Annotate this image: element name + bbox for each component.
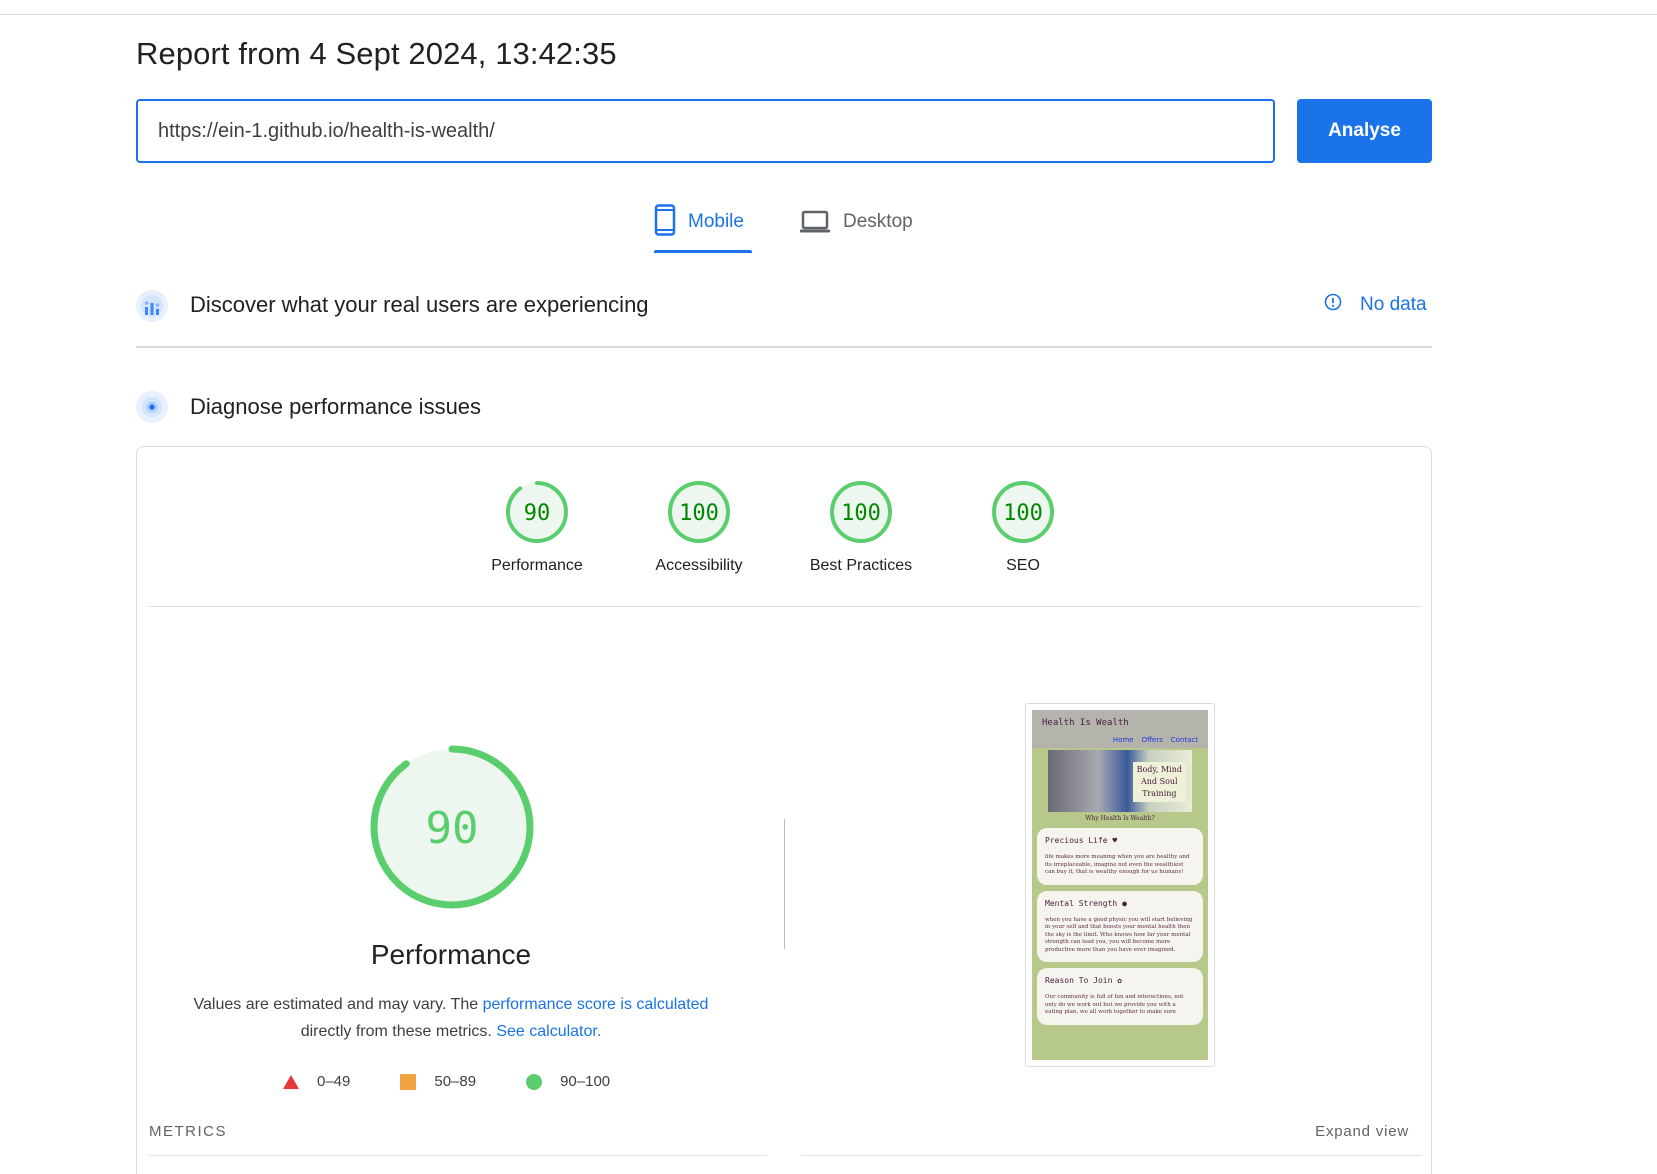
thumb-card: Reason To Join ✿ Our community is full o… — [1037, 968, 1203, 1025]
gauge-score: 100 — [679, 501, 719, 526]
gauge-score: 90 — [524, 501, 551, 526]
thumb-card: Precious Life ♥ life makes more meaning … — [1037, 828, 1203, 885]
no-data-link[interactable]: No data — [1324, 293, 1427, 317]
tab-desktop-label: Desktop — [843, 211, 913, 232]
gauge-score: 100 — [841, 501, 881, 526]
legend-average: 50–89 — [400, 1073, 476, 1090]
section-divider — [136, 346, 1432, 348]
metrics-heading: METRICS — [149, 1123, 227, 1140]
legend-pass: 90–100 — [526, 1073, 610, 1090]
gauge-label: Accessibility — [655, 557, 743, 574]
gauge-label: Performance — [491, 557, 583, 574]
mobile-phone-icon — [654, 204, 676, 242]
lab-data-title: Diagnose performance issues — [190, 394, 482, 419]
desc-text: Values are estimated and may vary. The — [193, 996, 483, 1013]
vertical-separator — [784, 819, 785, 949]
gauge-ring: 100 — [830, 481, 892, 543]
top-divider — [0, 14, 1657, 15]
thumb-hero-line: Body, Mind — [1136, 765, 1182, 774]
tab-selected-indicator — [654, 250, 752, 253]
gauge-label: Best Practices — [809, 557, 913, 574]
performance-score-large: 90 — [426, 803, 479, 854]
legend-range: 90–100 — [560, 1073, 611, 1090]
page-screenshot-thumbnail: Health Is Wealth Home Offers Contact Bod… — [1025, 703, 1215, 1067]
see-calculator-link[interactable]: See calculator. — [496, 1023, 601, 1040]
gauge-best-practices[interactable]: 100 Best Practices — [801, 479, 921, 575]
lighthouse-icon — [136, 391, 168, 423]
gauge-ring: 100 — [992, 481, 1054, 543]
metrics-divider — [149, 1155, 767, 1156]
thumb-card-text: Our community is full of fun and interac… — [1045, 994, 1184, 1015]
report-title: Report from 4 Sept 2024, 13:42:35 — [136, 36, 617, 71]
score-legend: 0–49 50–89 90–100 — [283, 1073, 660, 1090]
laptop-icon — [799, 210, 831, 240]
gauge-accessibility[interactable]: 100 Accessibility — [639, 479, 759, 575]
thumb-hero-line: Training — [1142, 789, 1177, 798]
analyse-button[interactable]: Analyse — [1297, 99, 1432, 163]
thumb-hero-image: Body, Mind And Soul Training — [1048, 750, 1192, 812]
info-icon — [1324, 293, 1342, 317]
thumbnail-page: Health Is Wealth Home Offers Contact Bod… — [1032, 710, 1208, 1060]
thumb-card-text: life makes more meaning when you are hea… — [1045, 854, 1190, 875]
performance-score-link[interactable]: performance score is calculated — [483, 996, 709, 1013]
thumb-nav-item: Offers — [1141, 736, 1163, 744]
tab-mobile[interactable]: Mobile — [654, 204, 744, 254]
gauge-performance[interactable]: 90 Performance — [477, 479, 597, 575]
legend-range: 50–89 — [434, 1073, 477, 1090]
thumb-hero-line: And Soul — [1141, 777, 1178, 786]
legend-fail: 0–49 — [283, 1073, 350, 1090]
legend-range: 0–49 — [317, 1073, 351, 1090]
thumb-site-title: Health Is Wealth — [1042, 718, 1129, 728]
tab-desktop[interactable]: Desktop — [799, 204, 913, 254]
gauge-seo[interactable]: 100 SEO — [963, 479, 1083, 575]
report-card: 90 Performance 100 Accessibility 100 Bes… — [136, 446, 1432, 1174]
performance-description: Values are estimated and may vary. The p… — [177, 991, 725, 1045]
performance-gauge-large: 90 — [367, 742, 537, 912]
thumb-card-title: Reason To Join ✿ — [1045, 976, 1123, 985]
field-data-title: Discover what your real users are experi… — [190, 292, 649, 317]
thumb-card-title: Mental Strength ● — [1045, 898, 1127, 908]
thumb-card: Mental Strength ● when you have a good p… — [1037, 890, 1203, 962]
crux-users-icon — [136, 290, 168, 322]
thumb-card-text: when you have a good physic you will sta… — [1045, 916, 1193, 953]
thumb-nav-item: Home — [1112, 736, 1134, 744]
thumb-header: Health Is Wealth Home Offers Contact — [1032, 710, 1208, 748]
thumb-hero-text: Body, Mind And Soul Training — [1132, 762, 1186, 802]
square-icon — [400, 1073, 417, 1090]
thumb-nav-item: Contact — [1170, 736, 1198, 744]
no-data-label: No data — [1360, 294, 1427, 315]
performance-title: Performance — [370, 939, 532, 970]
url-input[interactable] — [136, 99, 1275, 163]
thumb-why-heading: Why Health Is Wealth? — [1085, 815, 1155, 822]
expand-view-button[interactable]: Expand view — [1315, 1123, 1409, 1140]
card-divider — [149, 606, 1421, 607]
gauge-score: 100 — [1003, 501, 1043, 526]
gauge-ring: 90 — [506, 481, 568, 543]
circle-icon — [526, 1073, 543, 1090]
desc-text: directly from these metrics. — [300, 1023, 497, 1040]
tab-mobile-label: Mobile — [688, 211, 744, 232]
thumb-card-title: Precious Life ♥ — [1045, 836, 1118, 845]
triangle-icon — [283, 1074, 299, 1089]
gauge-ring: 100 — [668, 481, 730, 543]
gauge-label: SEO — [1006, 557, 1040, 574]
thumb-nav: Home Offers Contact — [1113, 736, 1198, 744]
metrics-divider — [801, 1155, 1421, 1156]
